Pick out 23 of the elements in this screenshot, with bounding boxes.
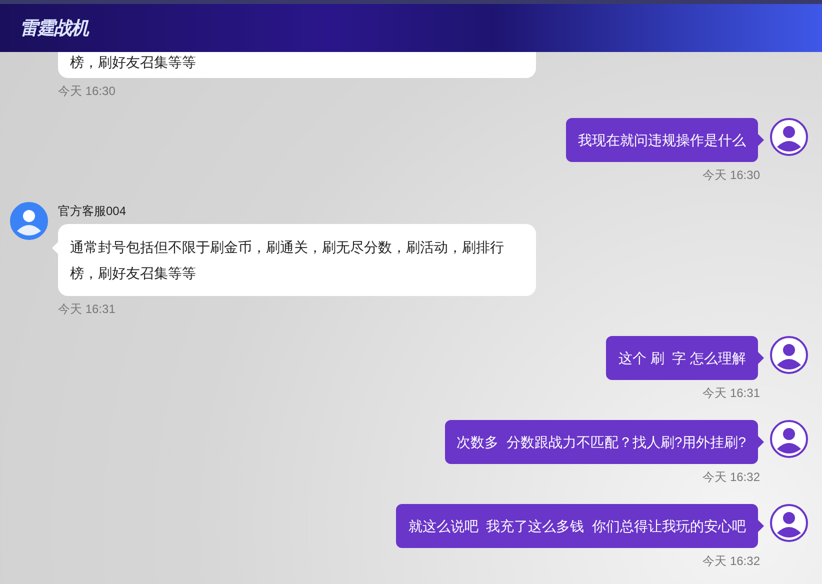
sender-name: 官方客服004 [58, 203, 128, 220]
bubble-pointer [758, 436, 764, 448]
avatar-icon [770, 504, 808, 542]
message-bubble: 就这么说吧 我充了这么多钱 你们总得让我玩的安心吧 [396, 504, 758, 548]
message-time: 今天 16:31 [58, 301, 116, 318]
avatar-icon [770, 336, 808, 374]
message-bubble: 我现在就问违规操作是什么 [566, 118, 758, 162]
avatar-icon [770, 420, 808, 458]
bubble-pointer [758, 520, 764, 532]
message-time: 今天 16:32 [702, 553, 760, 570]
message-time: 今天 16:31 [702, 385, 760, 402]
message-bubble: 榜，刷好友召集等等 [58, 52, 536, 78]
message-time: 今天 16:30 [702, 167, 760, 184]
avatar-icon [770, 118, 808, 156]
bubble-pointer [758, 134, 764, 146]
message-time: 今天 16:30 [58, 83, 116, 100]
avatar-icon [10, 202, 48, 240]
message-bubble: 这个 刷 字 怎么理解 [606, 336, 758, 380]
game-logo: 雷霆战机 [20, 16, 88, 40]
bubble-pointer [758, 352, 764, 364]
message-time: 今天 16:32 [702, 469, 760, 486]
message-bubble: 次数多 分数跟战力不匹配？找人刷?用外挂刷? [444, 420, 758, 464]
message-bubble: 通常封号包括但不限于刷金币，刷通关，刷无尽分数，刷活动，刷排行榜，刷好友召集等等 [58, 224, 536, 296]
